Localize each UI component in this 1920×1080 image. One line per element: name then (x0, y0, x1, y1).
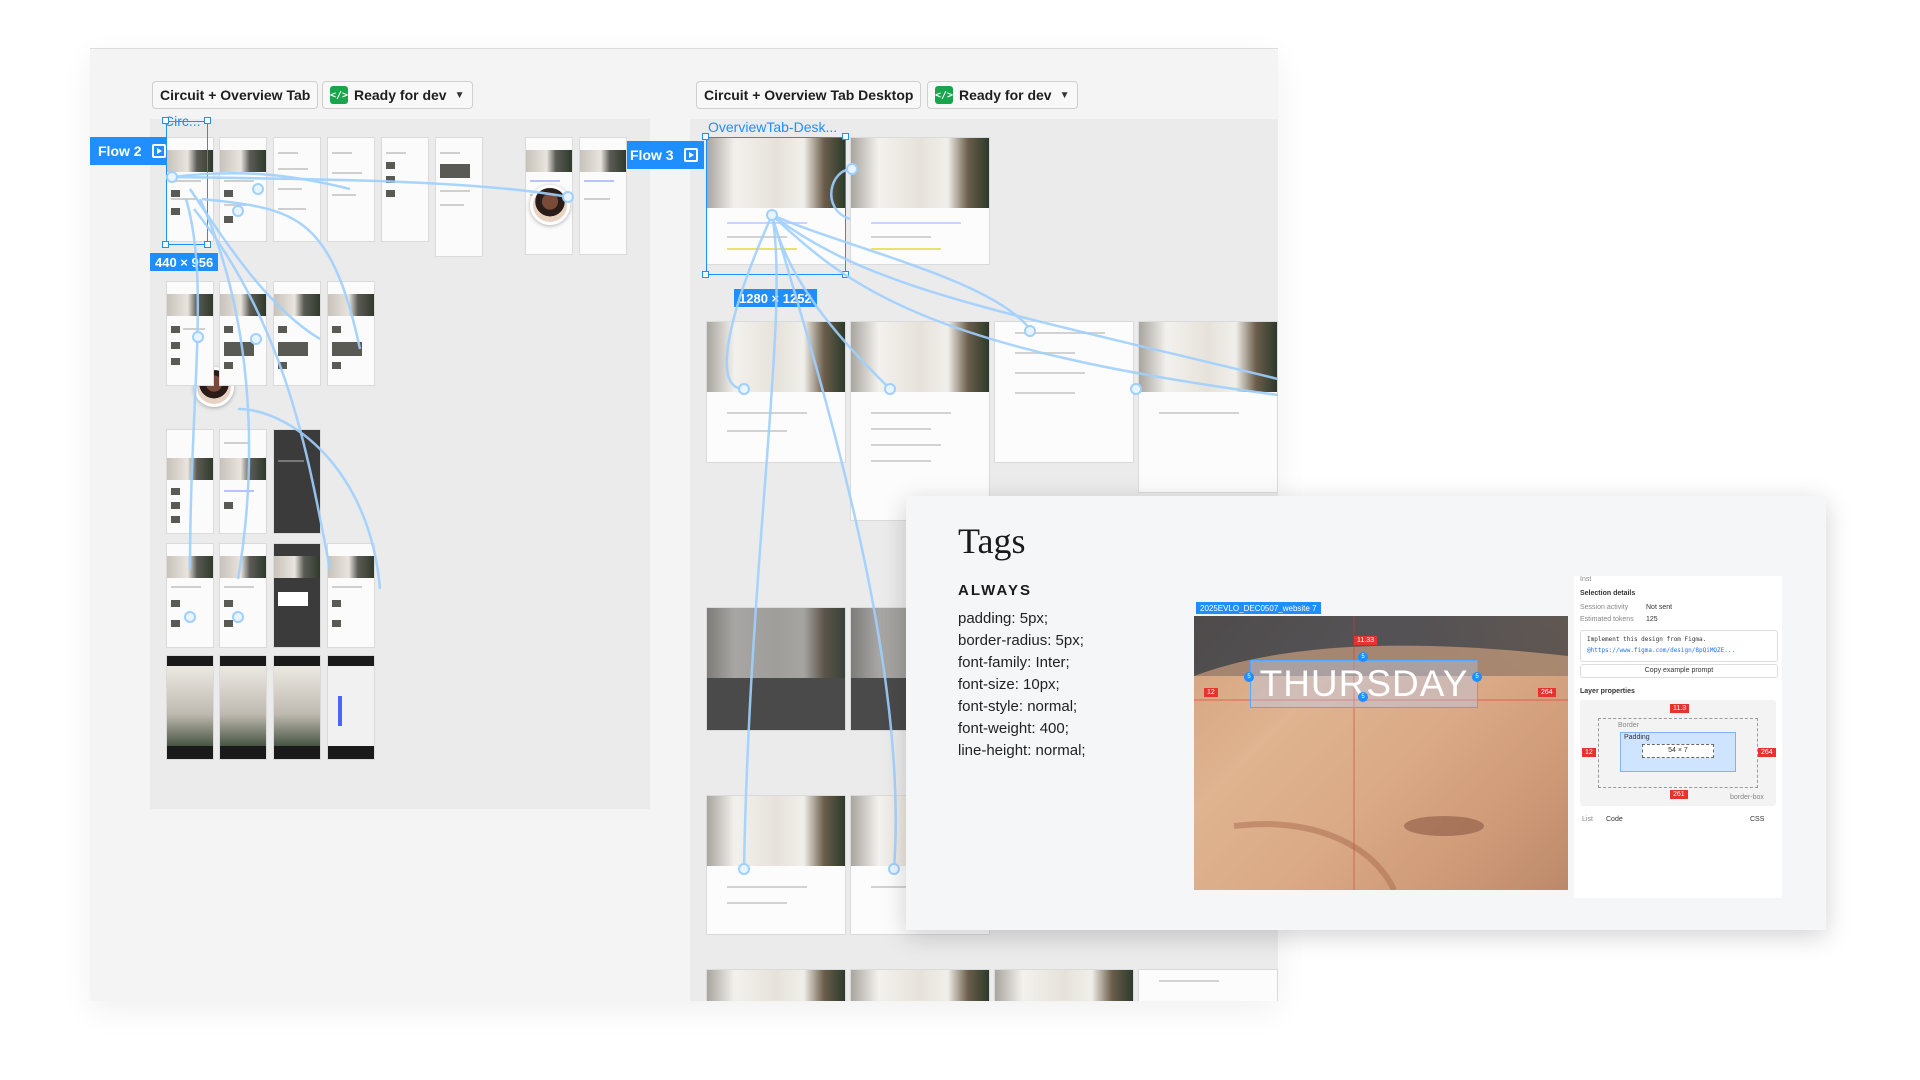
measurement-tag: 12 (1204, 688, 1218, 697)
measurement-tag: 264 (1538, 688, 1556, 697)
content-size: 54 × 7 (1668, 747, 1688, 754)
design-preview-image[interactable] (1194, 616, 1568, 890)
padding-indicator: 5 (1358, 692, 1368, 702)
css-property: font-style: normal; (958, 698, 1078, 715)
css-property: font-weight: 400; (958, 720, 1069, 737)
css-property: padding: 5px; (958, 610, 1049, 627)
css-property: font-family: Inter; (958, 654, 1070, 671)
prompt-box[interactable]: Implement this design from Figma. @https… (1580, 630, 1778, 662)
field-label: Estimated tokens (1580, 616, 1634, 623)
prompt-link[interactable]: @https://www.figma.com/design/8pQiMQZE..… (1587, 647, 1735, 654)
css-property: line-height: normal; (958, 742, 1086, 759)
margin-top: 11.3 (1670, 704, 1690, 713)
box-sizing-label: border-box (1730, 794, 1764, 801)
copy-prompt-button[interactable]: Copy example prompt (1580, 664, 1778, 678)
margin-left: 12 (1582, 748, 1596, 757)
layer-name-tag[interactable]: 2025EVLO_DEC0507_website 7 (1196, 602, 1321, 614)
inspector-card: Tags ALWAYS padding: 5px; border-radius:… (906, 496, 1826, 930)
face-illustration (1194, 616, 1568, 890)
padding-indicator: 5 (1472, 672, 1482, 682)
measurement-tag: 11.33 (1354, 636, 1377, 645)
css-property: border-radius: 5px; (958, 632, 1084, 649)
card-title: Tags (958, 521, 1026, 561)
css-property: font-size: 10px; (958, 676, 1060, 693)
tab-list[interactable]: List (1582, 816, 1593, 823)
language-select[interactable]: CSS (1750, 816, 1764, 823)
margin-right: 264 (1758, 748, 1776, 757)
section-heading: Layer properties (1580, 688, 1635, 695)
field-value: Not sent (1646, 604, 1673, 611)
padding-label: Padding (1624, 734, 1650, 741)
dev-mode-panel: Inst Selection details Session activity … (1574, 576, 1782, 898)
padding-indicator: 5 (1358, 652, 1368, 662)
prompt-text: Implement this design from Figma. (1587, 636, 1707, 643)
section-heading: Selection details (1580, 590, 1636, 597)
panel-header: Inst (1580, 576, 1592, 583)
margin-bottom: 261 (1670, 790, 1688, 799)
card-subheading: ALWAYS (958, 582, 1032, 599)
box-model-diagram: Border Padding 54 × 7 11.3 12 264 261 bo… (1580, 700, 1776, 806)
content-box: 54 × 7 (1642, 744, 1714, 758)
padding-indicator: 5 (1244, 672, 1254, 682)
button-label: Copy example prompt (1644, 667, 1714, 674)
border-label: Border (1618, 722, 1640, 729)
tab-code[interactable]: Code (1606, 816, 1623, 823)
field-label: Session activity (1580, 604, 1629, 611)
field-value: 125 (1646, 616, 1658, 623)
